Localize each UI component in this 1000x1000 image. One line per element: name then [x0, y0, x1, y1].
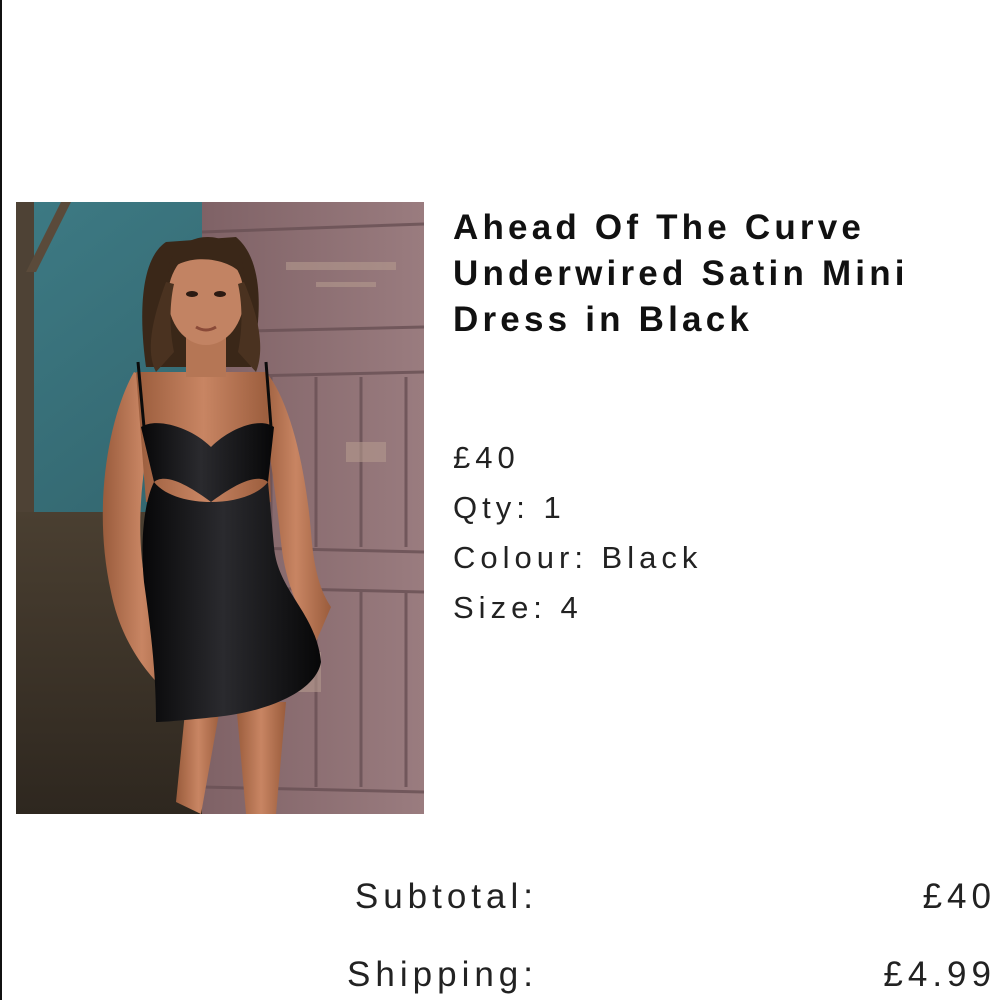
subtotal-value: £40 — [922, 877, 996, 916]
product-price: £40 — [453, 440, 520, 475]
product-title[interactable]: Ahead Of The Curve Underwired Satin Mini… — [453, 205, 998, 343]
order-summary-page: Ahead Of The Curve Underwired Satin Mini… — [0, 0, 1000, 1000]
shipping-value: £4.99 — [883, 955, 996, 994]
product-image[interactable] — [16, 202, 424, 814]
shipping-label: Shipping: — [347, 955, 538, 994]
product-size: Size: 4 — [453, 590, 583, 625]
subtotal-label: Subtotal: — [354, 877, 538, 916]
product-quantity: Qty: 1 — [453, 490, 566, 525]
product-photo-illustration — [16, 202, 424, 814]
left-border — [0, 0, 2, 1000]
product-colour: Colour: Black — [453, 540, 703, 575]
